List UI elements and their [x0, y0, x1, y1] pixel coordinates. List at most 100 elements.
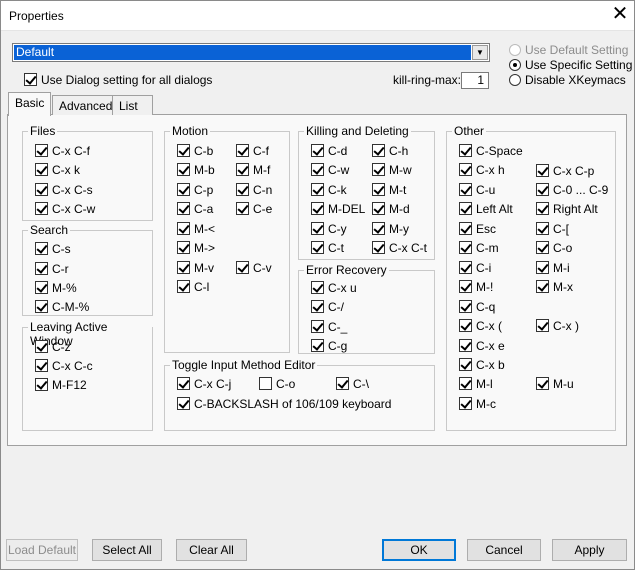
checkbox-search-1[interactable]: [35, 262, 48, 275]
checkbox-killing-3[interactable]: [372, 163, 385, 176]
checkbox-other-3[interactable]: [459, 183, 472, 196]
checkbox-label-other-13: M-!: [476, 280, 494, 294]
radio-disable-xkeymacs[interactable]: [509, 74, 521, 86]
checkbox-label-other-0: C-Space: [476, 144, 523, 158]
chevron-down-icon[interactable]: ▼: [472, 45, 488, 60]
checkbox-motion-10[interactable]: [177, 261, 190, 274]
tab-basic-label: Basic: [15, 96, 45, 110]
checkbox-label-files-2: C-x C-s: [52, 183, 93, 197]
checkbox-other-17[interactable]: [536, 319, 549, 332]
checkbox-error-3[interactable]: [311, 339, 324, 352]
checkbox-motion-11[interactable]: [236, 261, 249, 274]
checkbox-motion-0[interactable]: [177, 144, 190, 157]
close-icon[interactable]: ✕: [608, 4, 632, 26]
checkbox-motion-1[interactable]: [236, 144, 249, 157]
checkbox-ime-3[interactable]: [177, 397, 190, 410]
checkbox-motion-12[interactable]: [177, 280, 190, 293]
cancel-button[interactable]: Cancel: [467, 539, 541, 561]
checkbox-killing-5[interactable]: [372, 183, 385, 196]
checkbox-other-15[interactable]: [459, 300, 472, 313]
group-motion-title: Motion: [170, 124, 211, 138]
checkbox-leaving-1[interactable]: [35, 359, 48, 372]
checkbox-other-8[interactable]: [536, 222, 549, 235]
dialog-setting-checkbox[interactable]: [24, 73, 37, 86]
checkbox-other-19[interactable]: [459, 358, 472, 371]
select-all-button[interactable]: Select All: [92, 539, 162, 561]
checkbox-killing-0[interactable]: [311, 144, 324, 157]
checkbox-motion-5[interactable]: [236, 183, 249, 196]
checkbox-other-14[interactable]: [536, 280, 549, 293]
checkbox-motion-8[interactable]: [177, 222, 190, 235]
checkbox-other-13[interactable]: [459, 280, 472, 293]
tab-list-label: List: [119, 99, 138, 113]
checkbox-leaving-0[interactable]: [35, 340, 48, 353]
checkbox-ime-2[interactable]: [336, 377, 349, 390]
checkbox-label-error-3: C-g: [328, 339, 348, 353]
checkbox-killing-11[interactable]: [372, 241, 385, 254]
checkbox-error-2[interactable]: [311, 320, 324, 333]
checkbox-leaving-2[interactable]: [35, 378, 48, 391]
checkbox-killing-2[interactable]: [311, 163, 324, 176]
checkbox-killing-9[interactable]: [372, 222, 385, 235]
kill-ring-max-input[interactable]: 1: [461, 72, 489, 89]
checkbox-killing-7[interactable]: [372, 202, 385, 215]
ok-button[interactable]: OK: [382, 539, 456, 561]
tab-list[interactable]: List: [112, 95, 153, 115]
checkbox-other-2[interactable]: [536, 164, 549, 177]
checkbox-label-other-21: M-u: [553, 377, 574, 391]
checkbox-motion-7[interactable]: [236, 202, 249, 215]
checkbox-search-2[interactable]: [35, 281, 48, 294]
checkbox-error-0[interactable]: [311, 281, 324, 294]
radio-use-default-setting[interactable]: [509, 44, 521, 56]
checkbox-killing-6[interactable]: [311, 202, 324, 215]
checkbox-other-10[interactable]: [536, 241, 549, 254]
checkbox-other-1[interactable]: [459, 163, 472, 176]
checkbox-files-1[interactable]: [35, 163, 48, 176]
checkbox-motion-9[interactable]: [177, 241, 190, 254]
checkbox-label-killing-11: C-x C-t: [389, 241, 427, 255]
profile-select[interactable]: Default ▼: [12, 43, 490, 62]
checkbox-motion-3[interactable]: [236, 163, 249, 176]
checkbox-killing-1[interactable]: [372, 144, 385, 157]
tab-advanced[interactable]: Advanced: [52, 95, 113, 115]
checkbox-killing-10[interactable]: [311, 241, 324, 254]
tab-basic[interactable]: Basic: [8, 92, 51, 116]
checkbox-search-3[interactable]: [35, 300, 48, 313]
clear-all-button[interactable]: Clear All: [176, 539, 247, 561]
load-default-button[interactable]: Load Default: [6, 539, 78, 561]
checkbox-other-7[interactable]: [459, 222, 472, 235]
checkbox-other-9[interactable]: [459, 241, 472, 254]
checkbox-other-20[interactable]: [459, 377, 472, 390]
checkbox-ime-0[interactable]: [177, 377, 190, 390]
checkbox-other-11[interactable]: [459, 261, 472, 274]
checkbox-other-22[interactable]: [459, 397, 472, 410]
checkbox-killing-8[interactable]: [311, 222, 324, 235]
checkbox-files-2[interactable]: [35, 183, 48, 196]
checkbox-motion-6[interactable]: [177, 202, 190, 215]
checkbox-search-0[interactable]: [35, 242, 48, 255]
checkbox-label-other-22: M-c: [476, 397, 496, 411]
checkbox-other-4[interactable]: [536, 183, 549, 196]
radio-use-specific-setting[interactable]: [509, 59, 521, 71]
checkbox-other-0[interactable]: [459, 144, 472, 157]
checkbox-other-12[interactable]: [536, 261, 549, 274]
checkbox-ime-1[interactable]: [259, 377, 272, 390]
checkbox-label-other-19: C-x b: [476, 358, 505, 372]
checkbox-label-other-3: C-u: [476, 183, 496, 197]
checkbox-killing-4[interactable]: [311, 183, 324, 196]
checkbox-error-1[interactable]: [311, 300, 324, 313]
checkbox-label-motion-11: C-v: [253, 261, 272, 275]
radio-use-specific-setting-label: Use Specific Setting: [525, 58, 633, 72]
checkbox-motion-2[interactable]: [177, 163, 190, 176]
checkbox-other-18[interactable]: [459, 339, 472, 352]
checkbox-other-6[interactable]: [536, 202, 549, 215]
checkbox-other-21[interactable]: [536, 377, 549, 390]
checkbox-motion-4[interactable]: [177, 183, 190, 196]
apply-button[interactable]: Apply: [552, 539, 627, 561]
checkbox-label-motion-0: C-b: [194, 144, 214, 158]
checkbox-files-3[interactable]: [35, 202, 48, 215]
checkbox-other-16[interactable]: [459, 319, 472, 332]
checkbox-files-0[interactable]: [35, 144, 48, 157]
checkbox-other-5[interactable]: [459, 202, 472, 215]
checkbox-label-killing-8: C-y: [328, 222, 347, 236]
